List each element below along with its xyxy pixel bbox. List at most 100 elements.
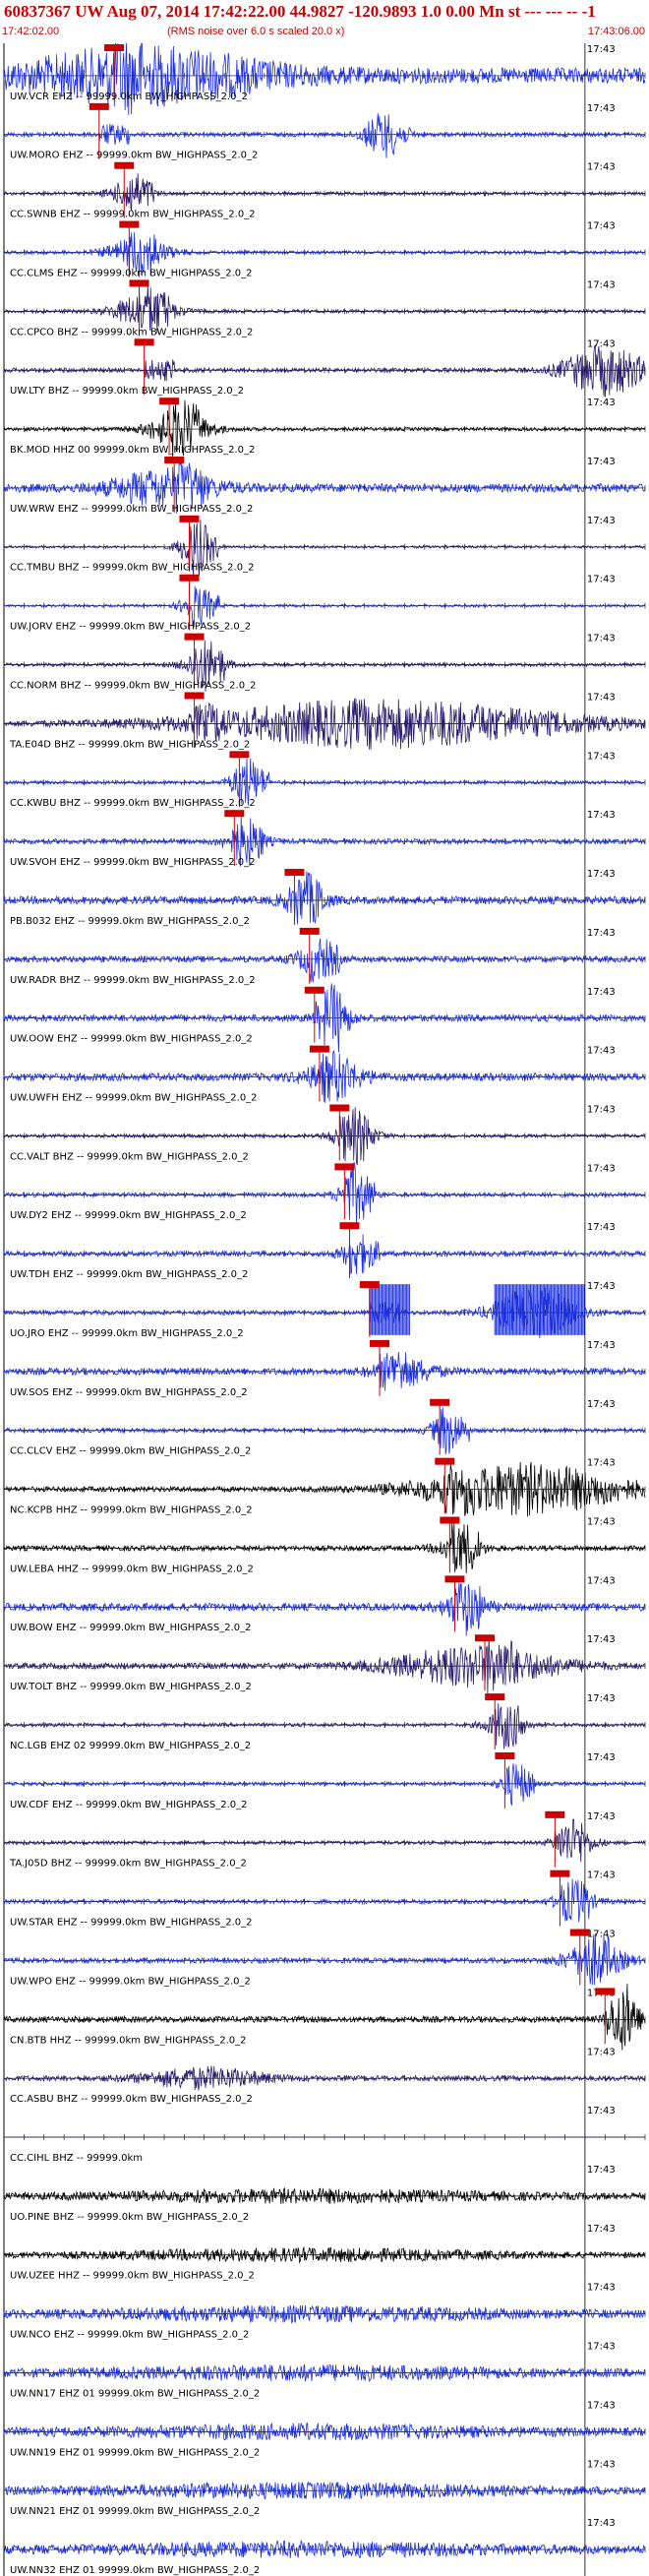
trace-label: UW.JORV EHZ -- 99999.0km BW_HIGHPASS_2.0… (10, 622, 251, 633)
minute-tick-label: 17:43 (587, 928, 616, 939)
minute-tick-label: 17:43 (587, 1930, 616, 1940)
trace-label: CC.CPCO BHZ -- 99999.0km BW_HIGHPASS_2.0… (10, 327, 253, 337)
trace-row: 17:43 CC.NORM BHZ -- 99999.0km BW_HIGHPAS… (3, 632, 646, 692)
pick-flag (104, 44, 125, 51)
pick-flag (444, 1575, 465, 1583)
pick-flag (224, 810, 245, 818)
trace-label: UW.WRW EHZ -- 99999.0km BW_HIGHPASS_2.0_… (10, 504, 253, 515)
pick-flag (359, 1281, 380, 1289)
minute-tick-label: 17:43 (587, 1340, 616, 1351)
waveform (3, 2186, 646, 2204)
trace-row: 17:43 UW.BOW EHZ -- 99999.0km BW_HIGHPASS… (3, 1574, 646, 1636)
trace-row: 17:43 UO.PINE BHZ -- 99999.0km BW_HIGHPAS… (3, 2163, 646, 2223)
trace-row: 17:43 CC.SWNB EHZ -- 99999.0km BW_HIGHPAS… (3, 160, 646, 220)
pick-flag (339, 1222, 360, 1230)
minute-tick-label: 17:43 (587, 1281, 616, 1292)
trace-row: 17:43 UW.NN32 EHZ 01 99999.0km BW_HIGHPAS… (3, 2517, 646, 2576)
trace-row: 17:43 CC.CPCO BHZ -- 99999.0km BW_HIGHPAS… (3, 278, 646, 338)
trace-label: UW.NN17 EHZ 01 99999.0km BW_HIGHPASS_2.0… (10, 2388, 260, 2399)
pick-flag (134, 338, 154, 346)
trace-row: 17:43 CC.CLCV EHZ -- 99999.0km BW_HIGHPAS… (3, 1397, 646, 1457)
trace-label: UW.NCO EHZ -- 99999.0km BW_HIGHPASS_2.0_… (10, 2330, 249, 2341)
minute-tick-label: 17:43 (587, 1458, 616, 1469)
trace-row: 17:43 UW.JORV EHZ -- 99999.0km BW_HIGHPAS… (3, 573, 646, 633)
pick-flag (179, 574, 200, 582)
pick-flag (435, 1457, 455, 1465)
minute-tick-label: 17:43 (587, 2342, 616, 2353)
trace-label: NC.KCPB HHZ -- 99999.0km BW_HIGHPASS_2.0… (10, 1505, 253, 1516)
trace-row: 17:43 UW.SOS EHZ -- 99999.0km BW_HIGHPASS… (3, 1338, 646, 1398)
minute-tick-label: 17:43 (587, 103, 616, 114)
trace-label: UW.MORO EHZ -- 99999.0km BW_HIGHPASS_2.0… (10, 151, 258, 161)
minute-tick-label: 17:43 (587, 1871, 616, 1881)
pick-flag (184, 692, 205, 700)
start-time-label: 17:42:02.00 (2, 26, 60, 37)
trace-row: 17:43 UW.LEBA HHZ -- 99999.0km BW_HIGHPAS… (3, 1515, 646, 1575)
trace-label: CC.VALT BHZ -- 99999.0km BW_HIGHPASS_2.0… (10, 1151, 249, 1162)
pick-flag (545, 1810, 565, 1818)
minute-tick-label: 17:43 (587, 634, 616, 644)
pick-flag (179, 515, 200, 522)
pick-flag (284, 869, 305, 877)
trace-label: UO.PINE BHZ -- 99999.0km BW_HIGHPASS_2.0… (10, 2212, 249, 2223)
trace-label: UW.NN19 EHZ 01 99999.0km BW_HIGHPASS_2.0… (10, 2447, 260, 2458)
minute-tick-label: 17:43 (587, 2459, 616, 2470)
trace-row: 17:43 UW.OOW EHZ -- 99999.0km BW_HIGHPASS… (3, 983, 646, 1053)
trace-row: 17:43 CC.CIHL BHZ -- 99999.0km (3, 2105, 646, 2164)
pick-flag (159, 398, 180, 405)
trace-label: UW.UWFH EHZ -- 99999.0km BW_HIGHPASS_2.0… (10, 1092, 258, 1103)
pick-flag (229, 751, 250, 759)
rms-note: (RMS noise over 6.0 s scaled 20.0 x) (167, 26, 345, 37)
trace-label: CC.CLMS EHZ -- 99999.0km BW_HIGHPASS_2.0… (10, 268, 253, 278)
minute-tick-label: 17:43 (587, 1517, 616, 1528)
trace-label: CC.SWNB EHZ -- 99999.0km BW_HIGHPASS_2.0… (10, 210, 256, 220)
minute-tick-label: 17:43 (587, 1575, 616, 1586)
waveform (3, 1234, 646, 1275)
trace-label: UW.LEBA HHZ -- 99999.0km BW_HIGHPASS_2.0… (10, 1564, 254, 1574)
trace-row: 17:43CN.BTB HHZ -- 99999.0km BW_HIGHPASS… (3, 1984, 646, 2051)
minute-tick-label: 17:43 (587, 279, 616, 290)
trace-label: UW.SVOH EHZ -- 99999.0km BW_HIGHPASS_2.0… (10, 857, 255, 868)
pick-flag (164, 457, 185, 464)
trace-row: 17:43 TA.E04D BHZ -- 99999.0km BW_HIGHPAS… (3, 691, 646, 751)
trace-label: CC.KWBU BHZ -- 99999.0km BW_HIGHPASS_2.0… (10, 798, 256, 809)
trace-label: UW.RADR BHZ -- 99999.0km BW_HIGHPASS_2.0… (10, 975, 256, 986)
trace-row: 17:43 UW.TDH EHZ -- 99999.0km BW_HIGHPASS… (3, 1221, 646, 1281)
minute-tick-label: 17:43 (587, 2224, 616, 2235)
minute-tick-label: 17:43 (587, 2047, 616, 2057)
minute-tick-label: 17:43 (587, 516, 616, 526)
minute-tick-label: 17:43 (587, 1634, 616, 1645)
trace-label: UW.NN32 EHZ 01 99999.0km BW_HIGHPASS_2.0… (10, 2565, 260, 2576)
minute-tick-label: 17:43 (587, 1222, 616, 1233)
pick-flag (370, 1339, 390, 1347)
trace-label: UW.SOS EHZ -- 99999.0km BW_HIGHPASS_2.0_… (10, 1387, 248, 1398)
pick-flag (299, 927, 320, 935)
minute-tick-label: 17:43 (587, 575, 616, 585)
minute-tick-label: 17:43 (587, 2518, 616, 2529)
trace-row: 17:43 NC.LGB EHZ 02 99999.0km BW_HIGHPASS… (3, 1692, 646, 1751)
trace-label: UO.JRO EHZ -- 99999.0km BW_HIGHPASS_2.0_… (10, 1328, 244, 1339)
trace-label: CC.NORM BHZ -- 99999.0km BW_HIGHPASS_2.0… (10, 680, 256, 691)
trace-label: CC.CLCV EHZ -- 99999.0km BW_HIGHPASS_2.0… (10, 1446, 251, 1457)
trace-label: TA.E04D BHZ -- 99999.0km BW_HIGHPASS_2.0… (9, 739, 250, 750)
trace-row: 17:43 UW.LTY BHZ -- 99999.0km BW_HIGHPASS… (3, 337, 646, 398)
trace-row: 17:43 CC.KWBU BHZ -- 99999.0km BW_HIGHPAS… (3, 750, 646, 810)
trace-row: 17:43 UW.DY2 EHZ -- 99999.0km BW_HIGHPASS… (3, 1162, 646, 1227)
pick-flag (114, 161, 135, 169)
trace-label: NC.LGB EHZ 02 99999.0km BW_HIGHPASS_2.0_… (10, 1741, 251, 1751)
minute-tick-label: 17:43 (587, 2400, 616, 2411)
minute-tick-label: 17:43 (587, 338, 616, 349)
minute-tick-label: 17:43 (587, 2165, 616, 2176)
pick-flag (569, 1929, 590, 1936)
trace-row: 17:43 UW.WRW EHZ -- 99999.0km BW_HIGHPASS… (3, 456, 646, 515)
minute-tick-label: 17:43 (587, 162, 616, 173)
trace-label: UW.TOLT BHZ -- 99999.0km BW_HIGHPASS_2.0… (10, 1682, 252, 1692)
trace-row: 17:43 UW.NN19 EHZ 01 99999.0km BW_HIGHPAS… (3, 2399, 646, 2459)
trace-label: UW.DY2 EHZ -- 99999.0km BW_HIGHPASS_2.0_… (10, 1210, 247, 1221)
waveform (3, 2065, 646, 2091)
trace-label: CC.TMBU BHZ -- 99999.0km BW_HIGHPASS_2.0… (10, 563, 254, 574)
trace-row: 17:43 UW.WPO EHZ -- 99999.0km BW_HIGHPASS… (3, 1928, 646, 1988)
trace-row: 17:43 UW.NCO EHZ -- 99999.0km BW_HIGHPASS… (3, 2281, 646, 2341)
trace-row: 17:43 TA.J05D BHZ -- 99999.0km BW_HIGHPAS… (3, 1809, 646, 1870)
trace-label: PB.B032 EHZ -- 99999.0km BW_HIGHPASS_2.0… (10, 916, 250, 927)
